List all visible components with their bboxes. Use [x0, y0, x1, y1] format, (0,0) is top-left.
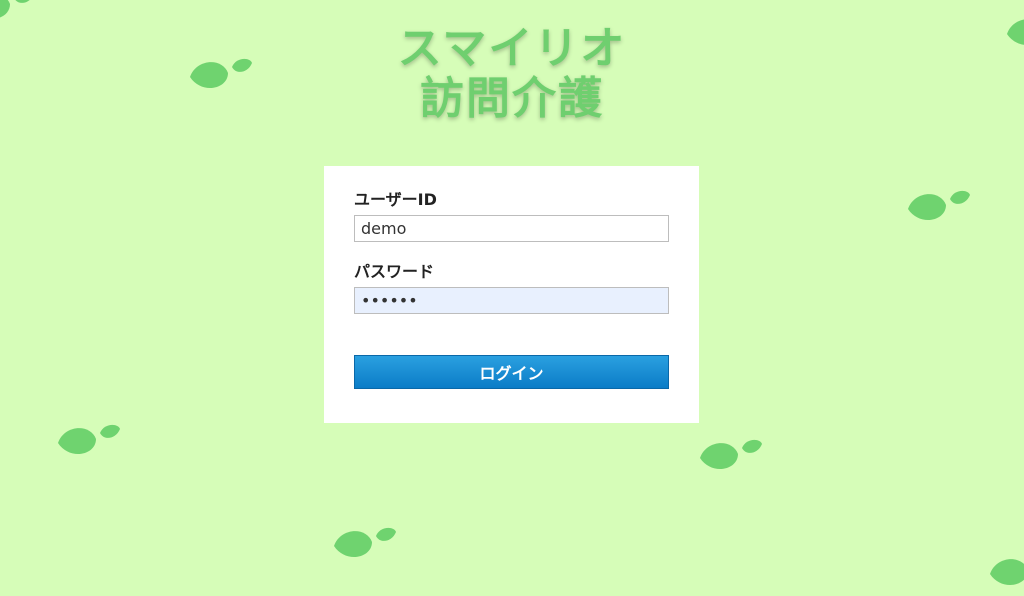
leaf-icon: [56, 421, 120, 465]
leaf-icon: [988, 552, 1024, 596]
user-id-input[interactable]: [354, 215, 669, 242]
user-id-label: ユーザーID: [354, 190, 437, 209]
leaf-icon: [332, 524, 396, 568]
logo-line-1: スマイリオ: [397, 23, 627, 74]
logo-line-2: 訪問介護: [420, 73, 604, 124]
login-form: ユーザーID パスワード ログイン: [324, 166, 699, 423]
password-label: パスワード: [354, 262, 435, 281]
leaf-icon: [698, 436, 762, 480]
app-logo: スマイリオ 訪問介護: [0, 24, 1024, 124]
password-input[interactable]: [354, 287, 669, 314]
login-button[interactable]: ログイン: [354, 355, 669, 389]
leaf-icon: [906, 187, 970, 231]
